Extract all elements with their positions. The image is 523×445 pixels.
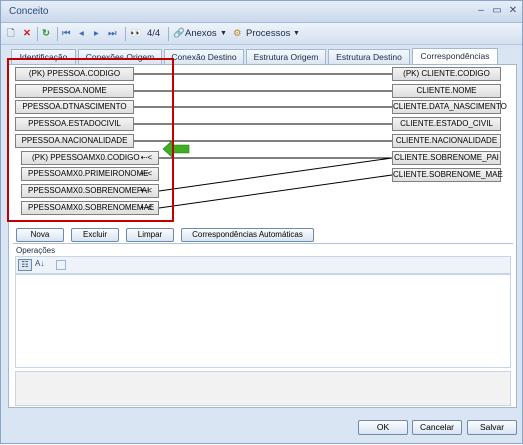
- ok-button[interactable]: OK: [358, 420, 408, 435]
- target-field[interactable]: CLIENTE.DATA_NASCIMENTO: [392, 100, 507, 114]
- source-field[interactable]: PPESSOA.NOME: [15, 84, 134, 98]
- source-field-label: PPESSOAMX0.SOBRENOMEPAI: [28, 186, 150, 195]
- target-field[interactable]: (PK) CLIENTE.CODIGO: [392, 67, 501, 81]
- source-field-label: PPESSOAMX0.PRIMEIRONOME: [28, 169, 149, 178]
- source-field[interactable]: PPESSOA.NACIONALIDADE: [15, 134, 134, 148]
- source-field[interactable]: PPESSOAMX0.SOBRENOMEMAE ⇠<: [21, 201, 159, 215]
- clear-button[interactable]: Limpar: [126, 228, 174, 242]
- target-field[interactable]: CLIENTE.ESTADO_CIVIL: [392, 117, 501, 131]
- divider: [13, 243, 513, 244]
- target-field[interactable]: CLIENTE.NOME: [392, 84, 501, 98]
- target-field[interactable]: CLIENTE.NACIONALIDADE: [392, 134, 501, 148]
- operations-toolbar: ☷ A↓: [15, 256, 511, 274]
- source-field[interactable]: (PK) PPESSOA.CODIGO: [15, 67, 134, 81]
- dialog-window: Conceito – ▭ ✕ 🗋 ✕ ↻ ⏮ ◂ ▸ ⏭ 👀 4/4 🔗 Ane…: [0, 0, 523, 444]
- new-button[interactable]: Nova: [16, 228, 64, 242]
- source-field[interactable]: PPESSOAMX0.SOBRENOMEPAI ⇠<: [21, 184, 159, 198]
- link-icon: ⇠<: [140, 186, 152, 195]
- source-field-label: (PK) PPESSOAMX0.CODIGO: [32, 153, 140, 162]
- cancel-button[interactable]: Cancelar: [412, 420, 462, 435]
- mapping-line: [158, 174, 393, 209]
- source-field[interactable]: (PK) PPESSOAMX0.CODIGO ⇠<: [21, 151, 159, 165]
- source-field-label: PPESSOAMX0.SOBRENOMEMAE: [28, 203, 155, 212]
- sort-alphabetical-icon[interactable]: A↓: [35, 259, 44, 268]
- save-button[interactable]: Salvar: [467, 420, 517, 435]
- property-pages-icon[interactable]: [56, 260, 66, 270]
- description-pane: [15, 371, 511, 406]
- operations-grid[interactable]: [15, 274, 511, 368]
- auto-correspondences-button[interactable]: Correspondências Automáticas: [181, 228, 314, 242]
- link-icon: ⇠<: [140, 169, 152, 178]
- source-field[interactable]: PPESSOA.DTNASCIMENTO: [15, 100, 134, 114]
- categorized-icon[interactable]: ☷: [18, 259, 32, 271]
- target-field[interactable]: CLIENTE.SOBRENOME_PAI: [392, 151, 501, 165]
- source-field[interactable]: PPESSOA.ESTADOCIVIL: [15, 117, 134, 131]
- delete-button[interactable]: Excluir: [71, 228, 119, 242]
- mapping-line: [158, 157, 393, 192]
- target-field[interactable]: CLIENTE.SOBRENOME_MAE: [392, 168, 503, 182]
- link-icon: ⇠<: [140, 153, 152, 162]
- operations-label: Operações: [16, 246, 56, 255]
- link-icon: ⇠<: [140, 203, 152, 212]
- source-field[interactable]: PPESSOAMX0.PRIMEIRONOME ⇠<: [21, 167, 159, 181]
